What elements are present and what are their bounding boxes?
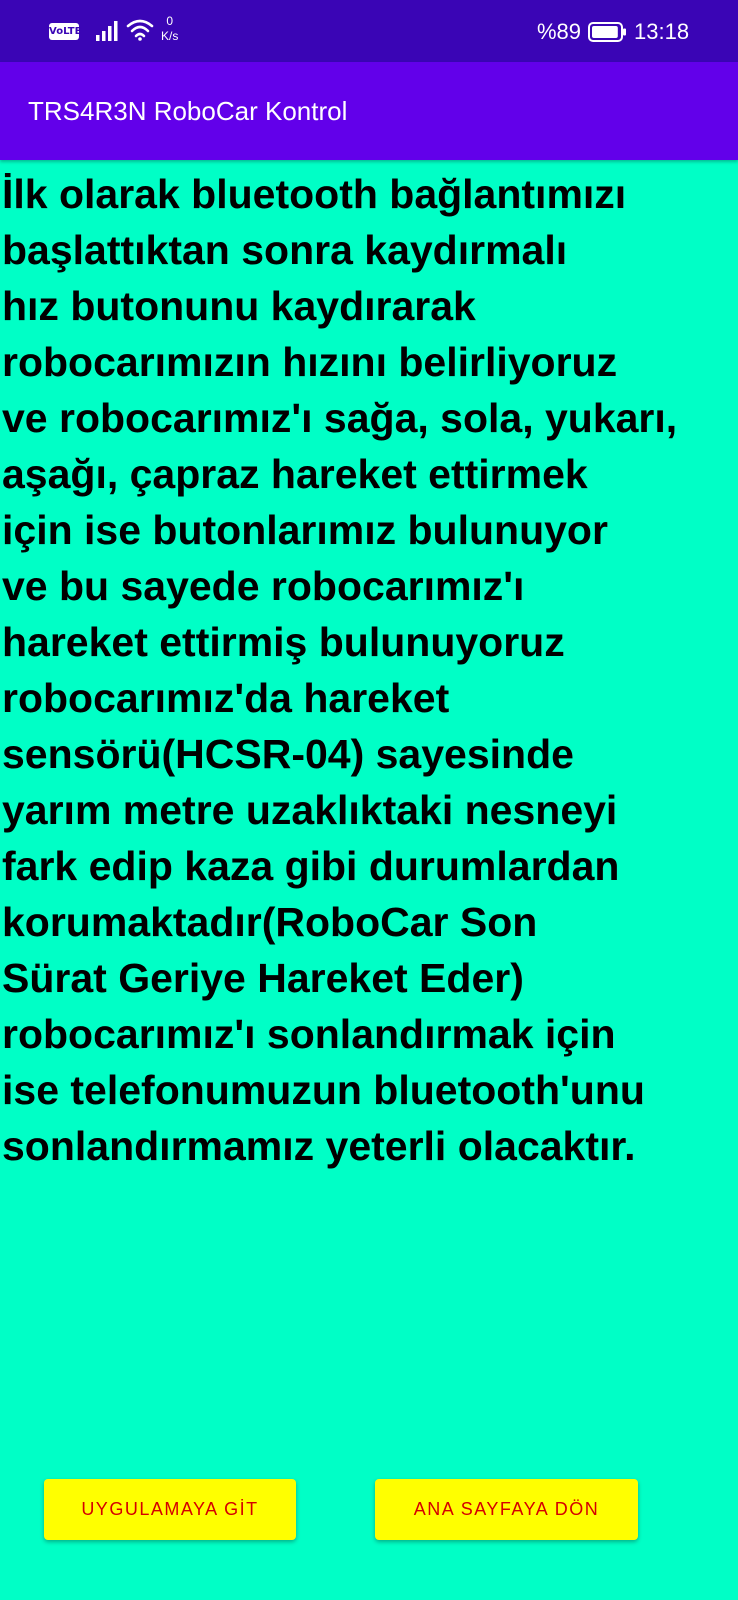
- volte-icon: VoLTE: [49, 23, 81, 40]
- clock: 13:18: [634, 19, 690, 44]
- app-bar: TRS4R3N RoboCar Kontrol: [0, 62, 738, 160]
- network-speed: 0 K/s: [161, 14, 178, 44]
- app-title: TRS4R3N RoboCar Kontrol: [28, 96, 348, 126]
- battery-percent: %89: [537, 19, 582, 44]
- description-text: İlk olarak bluetooth bağlantımızı başlat…: [2, 171, 678, 1169]
- signal-bars-icon: [96, 21, 118, 41]
- wifi-icon: [126, 19, 154, 41]
- status-bar: VoLTE 0 K/s %89 13:18: [0, 0, 738, 62]
- network-speed-unit: K/s: [161, 29, 179, 43]
- back-to-home-button[interactable]: ANA SAYFAYA DÖN: [375, 1479, 638, 1540]
- battery-icon: [588, 22, 626, 42]
- network-speed-value: 0: [166, 14, 174, 28]
- go-to-app-button[interactable]: UYGULAMAYA GİT: [44, 1479, 296, 1540]
